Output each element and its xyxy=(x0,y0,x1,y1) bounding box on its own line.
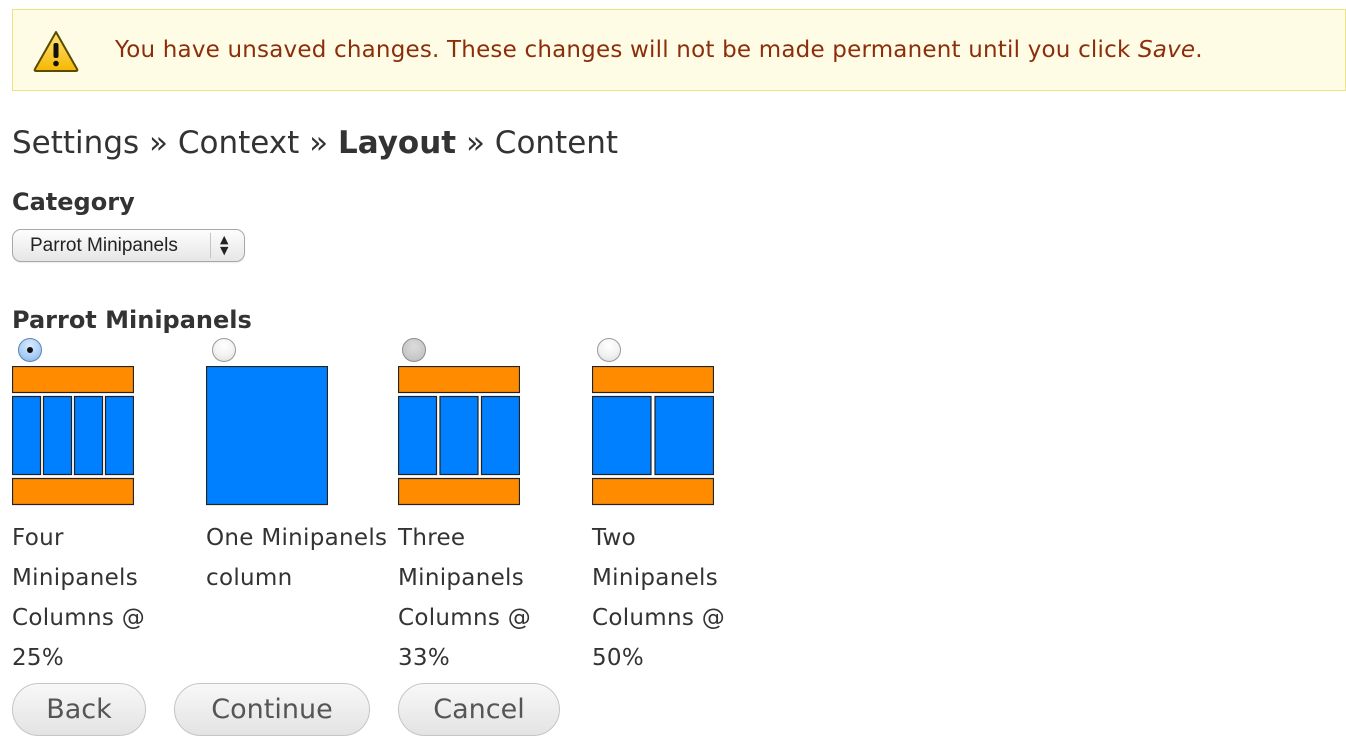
layout-title: Two Minipanels Columns @ 50% xyxy=(592,525,726,671)
layout-option-four-columns[interactable]: Four Minipanels Columns @ 25% xyxy=(12,338,192,671)
category-select-value: Parrot Minipanels xyxy=(30,235,178,256)
breadcrumb-separator: » xyxy=(309,125,329,161)
layout-option-three-columns[interactable]: Three Minipanels Columns @ 33% xyxy=(398,338,578,671)
cancel-button[interactable]: Cancel xyxy=(398,683,560,736)
two-columns-layout-icon xyxy=(592,366,714,506)
three-columns-layout-icon xyxy=(398,366,520,506)
continue-button[interactable]: Continue xyxy=(174,683,370,736)
radio-dot xyxy=(27,347,33,353)
back-button[interactable]: Back xyxy=(12,683,146,736)
breadcrumb-separator: » xyxy=(465,125,485,161)
layout-group-label: Parrot Minipanels xyxy=(12,306,252,334)
breadcrumb-item-settings: Settings xyxy=(12,125,140,161)
layout-option-one-column[interactable]: One Minipanels column xyxy=(206,338,387,668)
unsaved-changes-warning: You have unsaved changes. These changes … xyxy=(12,9,1346,91)
layout-radio-four-columns[interactable] xyxy=(18,338,42,362)
breadcrumb-item-layout: Layout xyxy=(337,125,457,161)
breadcrumb-item-content: Content xyxy=(494,125,619,161)
layout-title: Three Minipanels Columns @ 33% xyxy=(398,525,532,671)
four-columns-layout-icon xyxy=(12,366,134,506)
breadcrumb-item-context: Context xyxy=(177,125,300,161)
updown-arrows-icon: ▲ ▼ xyxy=(220,233,229,257)
warning-message: You have unsaved changes. These changes … xyxy=(115,37,1203,63)
layout-radio-three-columns[interactable] xyxy=(402,338,426,362)
layout-title: One Minipanels column xyxy=(206,525,388,591)
warning-triangle-icon xyxy=(33,31,79,72)
layout-option-two-columns[interactable]: Two Minipanels Columns @ 50% xyxy=(592,338,772,671)
one-column-layout-icon xyxy=(206,366,328,506)
breadcrumb: Settings » Context » Layout » Content xyxy=(12,125,618,161)
layout-radio-one-column[interactable] xyxy=(212,338,236,362)
layout-title: Four Minipanels Columns @ 25% xyxy=(12,525,146,671)
layout-radio-two-columns[interactable] xyxy=(597,338,621,362)
select-divider xyxy=(210,233,211,258)
breadcrumb-separator: » xyxy=(149,125,168,161)
category-select[interactable]: Parrot Minipanels ▲ ▼ xyxy=(12,229,245,262)
save-emphasis: Save xyxy=(1137,37,1196,63)
category-label: Category xyxy=(12,188,135,216)
